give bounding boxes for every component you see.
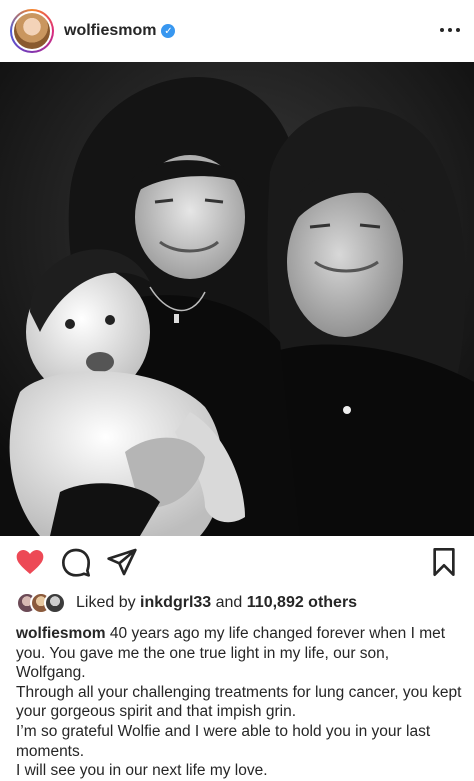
likes-middle: and	[211, 594, 247, 611]
save-bookmark-icon	[433, 548, 455, 576]
liker-avatars	[16, 592, 68, 614]
heart-filled-icon	[16, 550, 44, 574]
like-heart-icon[interactable]	[14, 546, 46, 578]
family-portrait-image	[0, 62, 474, 536]
action-bar	[0, 540, 474, 586]
caption-username[interactable]: wolfiesmom	[16, 625, 106, 642]
comment-bubble-icon	[62, 548, 90, 577]
share-send-icon[interactable]	[106, 546, 138, 578]
more-dot	[440, 28, 444, 32]
liker-avatar	[44, 592, 66, 614]
caption-line: Through all your challenging treatments …	[16, 683, 462, 721]
caption-line: wolfiesmom 40 years ago my life changed …	[16, 624, 462, 683]
more-options-icon[interactable]	[440, 22, 460, 38]
likes-prefix: Liked by	[76, 594, 141, 611]
likes-summary: Liked by inkdgrl33 and 110,892 others	[16, 590, 357, 616]
liker-username[interactable]: inkdgrl33	[140, 594, 211, 612]
post-header: wolfiesmom ✓	[0, 0, 474, 62]
avatar-border	[12, 11, 52, 51]
comment-icon[interactable]	[60, 546, 92, 578]
avatar-image	[14, 13, 50, 49]
likes-count[interactable]: 110,892 others	[247, 594, 357, 612]
post-caption: wolfiesmom 40 years ago my life changed …	[16, 624, 462, 781]
post-username[interactable]: wolfiesmom	[64, 22, 156, 40]
verified-badge-icon: ✓	[161, 24, 176, 38]
more-dot	[456, 28, 460, 32]
bookmark-icon[interactable]	[428, 546, 460, 578]
caption-line: I will see you in our next life my love.	[16, 762, 268, 780]
caption-line: I’m so grateful Wolfie and I were able t…	[16, 722, 431, 760]
send-icon	[107, 548, 137, 576]
avatar[interactable]	[10, 9, 54, 53]
more-dot	[448, 28, 452, 32]
post-photo[interactable]	[0, 62, 474, 536]
